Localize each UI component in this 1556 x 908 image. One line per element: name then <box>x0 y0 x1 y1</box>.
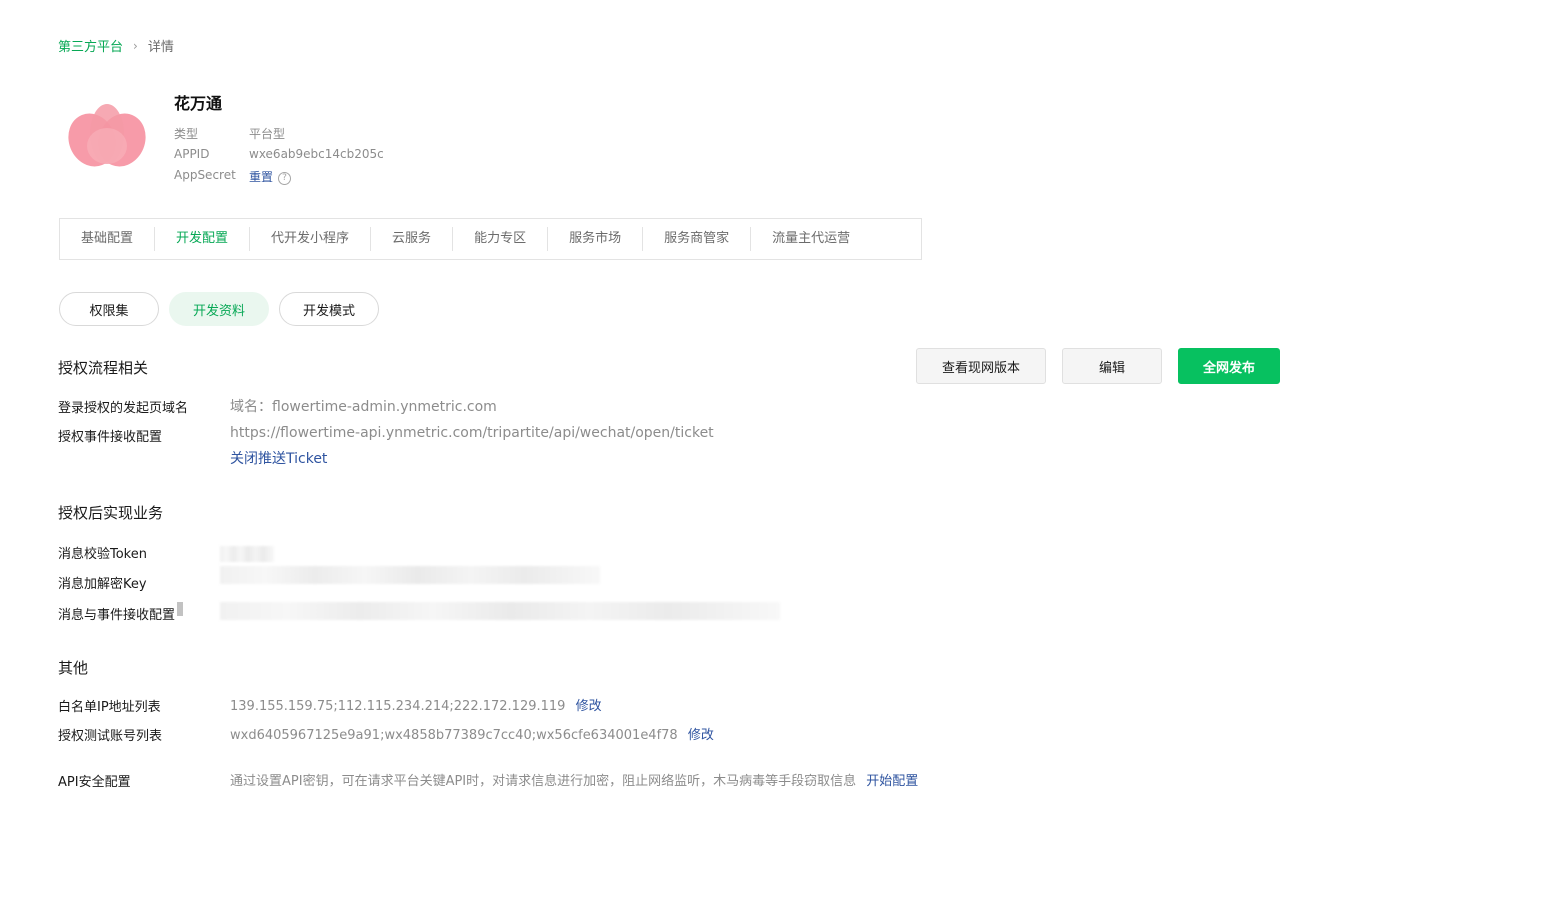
breadcrumb-root-link[interactable]: 第三方平台 <box>58 36 123 55</box>
appid-value: wxe6ab9ebc14cb205c <box>249 147 384 161</box>
ip-whitelist-value: 139.155.159.75;112.115.234.214;222.172.1… <box>230 699 566 714</box>
subtab-permissions[interactable]: 权限集 <box>59 292 159 326</box>
app-type-row: 类型 平台型 <box>174 125 285 142</box>
test-accounts-row: wxd6405967125e9a91;wx4858b77389c7cc40;wx… <box>230 724 714 743</box>
tab-service-manager[interactable]: 服务商管家 <box>643 227 752 251</box>
test-accounts-label: 授权测试账号列表 <box>58 729 163 744</box>
tab-cloud-service[interactable]: 云服务 <box>371 227 454 251</box>
appid-row: APPID wxe6ab9ebc14cb205c <box>174 147 384 161</box>
test-accounts-edit-link[interactable]: 修改 <box>688 728 714 743</box>
subtab-dev-mode[interactable]: 开发模式 <box>279 292 379 326</box>
api-security-row: 通过设置API密钥，可在请求平台关键API时，对请求信息进行加密，阻止网络监听，… <box>230 770 918 789</box>
token-value-redacted <box>220 546 274 562</box>
appsecret-label: AppSecret <box>174 168 236 182</box>
breadcrumb-current: 详情 <box>147 40 174 55</box>
api-security-description: 通过设置API密钥，可在请求平台关键API时，对请求信息进行加密，阻止网络监听，… <box>230 774 857 789</box>
api-security-start-link[interactable]: 开始配置 <box>866 774 918 789</box>
tab-dev-config[interactable]: 开发配置 <box>155 227 251 251</box>
tab-capability-zone[interactable]: 能力专区 <box>453 227 549 251</box>
message-config-value-redacted <box>220 602 780 620</box>
auth-event-label: 授权事件接收配置 <box>58 430 163 445</box>
close-ticket-push-link[interactable]: 关闭推送Ticket <box>230 448 327 468</box>
publish-button[interactable]: 全网发布 <box>1178 348 1280 384</box>
appid-label: APPID <box>174 147 210 161</box>
token-label: 消息校验Token <box>58 547 147 562</box>
api-security-label: API安全配置 <box>58 775 131 790</box>
sub-tabs: 权限集 开发资料 开发模式 <box>59 292 389 326</box>
redaction-mark <box>177 602 183 616</box>
help-icon[interactable]: ? <box>278 172 292 185</box>
login-domain-value: 域名：flowertime-admin.ynmetric.com <box>230 399 497 415</box>
main-tabs: 基础配置 开发配置 代开发小程序 云服务 能力专区 服务市场 服务商管家 流量主… <box>59 218 922 260</box>
app-type-label: 类型 <box>174 127 199 141</box>
tab-service-market[interactable]: 服务市场 <box>548 227 644 251</box>
tab-mini-program-dev[interactable]: 代开发小程序 <box>250 227 372 251</box>
message-config-label: 消息与事件接收配置 <box>58 608 176 623</box>
aes-key-label: 消息加解密Key <box>58 577 147 592</box>
other-title: 其他 <box>58 659 89 677</box>
view-live-version-button[interactable]: 查看现网版本 <box>916 348 1046 384</box>
auth-flow-title: 授权流程相关 <box>58 359 149 377</box>
auth-event-url: https://flowertime-api.ynmetric.com/trip… <box>230 425 714 441</box>
business-title: 授权后实现业务 <box>58 504 164 522</box>
appsecret-row: AppSecret 重置? <box>174 168 292 185</box>
subtab-dev-info[interactable]: 开发资料 <box>169 292 269 326</box>
login-domain-label: 登录授权的发起页域名 <box>58 401 189 416</box>
appsecret-reset-link[interactable]: 重置 <box>249 170 273 184</box>
ip-whitelist-edit-link[interactable]: 修改 <box>576 699 602 714</box>
aes-key-value-redacted <box>220 566 600 584</box>
tab-basic-config[interactable]: 基础配置 <box>60 227 156 251</box>
ip-whitelist-label: 白名单IP地址列表 <box>58 700 161 715</box>
edit-button[interactable]: 编辑 <box>1062 348 1162 384</box>
tab-traffic-operation[interactable]: 流量主代运营 <box>751 227 871 251</box>
app-name: 花万通 <box>174 94 223 113</box>
breadcrumb: 第三方平台 › 详情 <box>58 36 174 56</box>
app-type-value: 平台型 <box>249 127 286 141</box>
chevron-right-icon: › <box>133 38 138 53</box>
ip-whitelist-row: 139.155.159.75;112.115.234.214;222.172.1… <box>230 695 602 714</box>
lotus-logo-icon <box>62 96 152 174</box>
test-accounts-value: wxd6405967125e9a91;wx4858b77389c7cc40;wx… <box>230 728 678 743</box>
